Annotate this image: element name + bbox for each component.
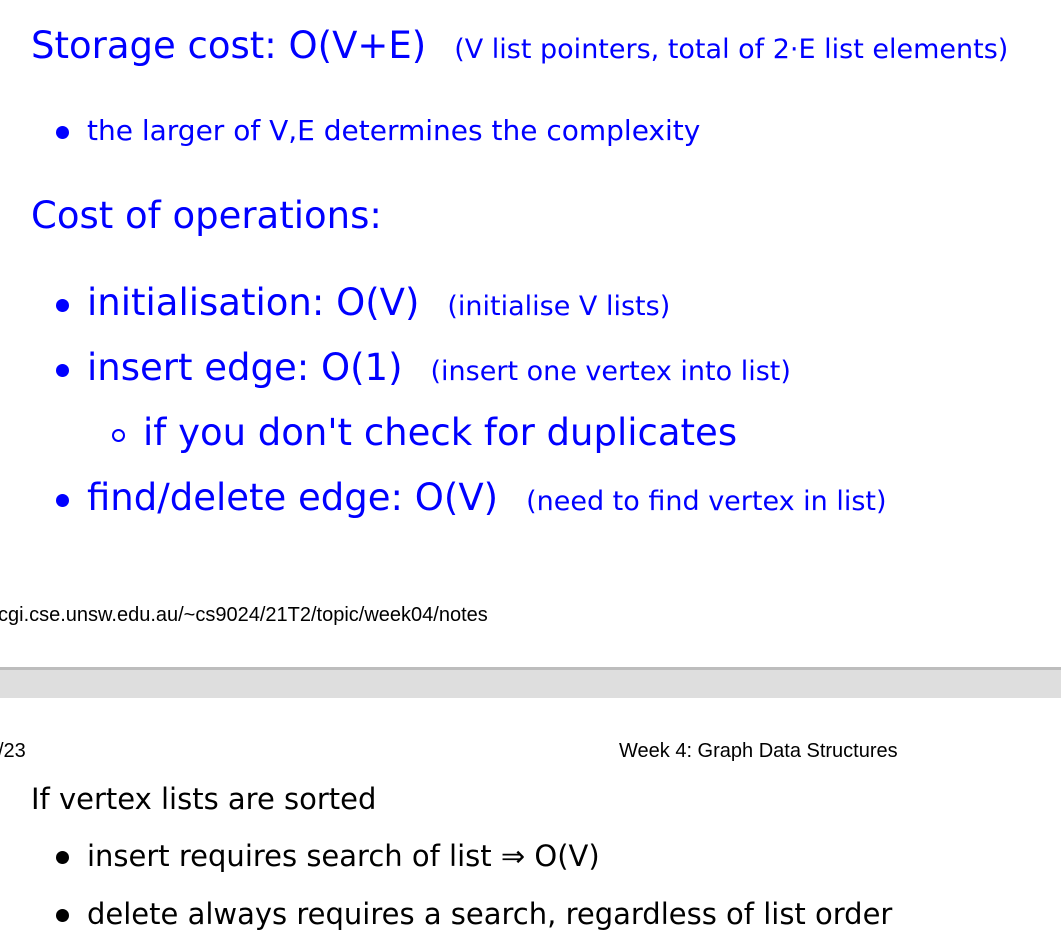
sorted-bullet-insert: insert requires search of list ⇒ O(V) [87, 839, 600, 873]
page-number: /23 [0, 740, 26, 762]
op-item-insert-edge: insert edge: O(1) (insert one vertex into… [87, 346, 791, 394]
op-note: (need to find vertex in list) [526, 486, 887, 517]
op-sub-item: if you don't check for duplicates [143, 411, 738, 454]
op-item-find-delete-edge: find/delete edge: O(V) (need to find vert… [87, 476, 887, 524]
op-label: insert edge: O(1) [87, 346, 403, 389]
page-divider [0, 667, 1061, 698]
op-label: find/delete edge: O(V) [87, 476, 499, 519]
storage-bullet-text: the larger of V,E determines the complex… [87, 114, 701, 147]
sub-bullet-icon [112, 429, 125, 442]
bullet-icon [56, 126, 69, 139]
page-url: cgi.cse.unsw.edu.au/~cs9024/21T2/topic/w… [0, 604, 488, 626]
bullet-icon [56, 364, 69, 377]
storage-cost-heading: Storage cost: O(V+E) (V list pointers, to… [31, 24, 1008, 72]
bullet-icon [56, 909, 69, 922]
op-note: (initialise V lists) [447, 291, 671, 322]
page-title: Week 4: Graph Data Structures [619, 740, 898, 762]
bullet-icon [56, 851, 69, 864]
sorted-lists-intro: If vertex lists are sorted [31, 782, 377, 816]
op-note: (insert one vertex into list) [430, 356, 791, 387]
storage-cost-text: Storage cost: O(V+E) [31, 24, 427, 67]
bullet-icon [56, 494, 69, 507]
bullet-icon [56, 299, 69, 312]
op-label: initialisation: O(V) [87, 281, 420, 324]
sorted-bullet-delete: delete always requires a search, regardl… [87, 897, 893, 931]
storage-cost-note: (V list pointers, total of 2·E list elem… [454, 34, 1009, 65]
cost-of-operations-heading: Cost of operations: [31, 194, 382, 237]
op-item-initialisation: initialisation: O(V) (initialise V lists) [87, 281, 670, 329]
